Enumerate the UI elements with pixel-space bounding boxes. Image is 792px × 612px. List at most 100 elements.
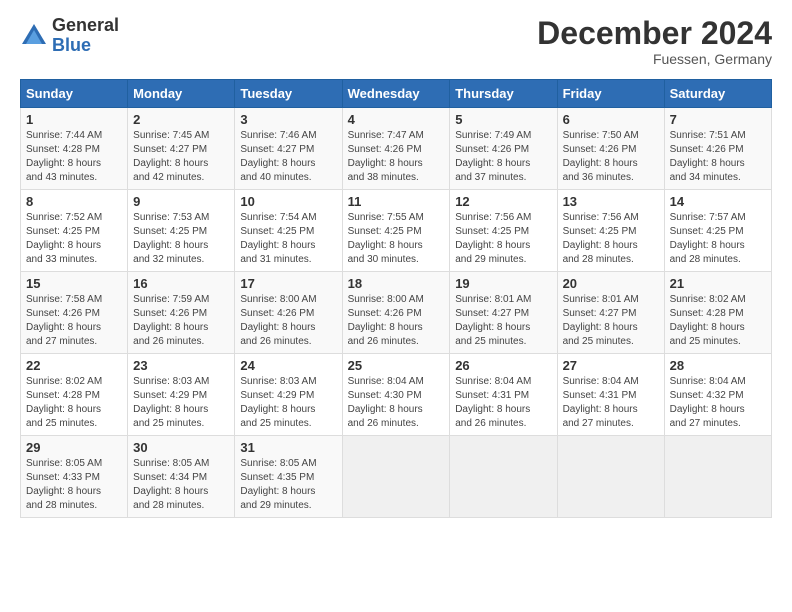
calendar-cell: 8Sunrise: 7:52 AM Sunset: 4:25 PM Daylig…	[21, 190, 128, 272]
day-info: Sunrise: 8:02 AM Sunset: 4:28 PM Dayligh…	[670, 293, 766, 349]
day-number: 6	[563, 112, 659, 127]
calendar-cell: 14Sunrise: 7:57 AM Sunset: 4:25 PM Dayli…	[664, 190, 771, 272]
day-number: 20	[563, 276, 659, 291]
calendar-cell: 28 Sunrise: 8:04 AM Sunset: 4:32 PM Dayli…	[664, 354, 771, 436]
day-number: 15	[26, 276, 122, 291]
day-info: Sunrise: 7:49 AM Sunset: 4:26 PM Dayligh…	[455, 129, 551, 185]
day-info: Sunrise: 7:59 AM Sunset: 4:26 PM Dayligh…	[133, 293, 229, 349]
day-number: 26	[455, 358, 551, 373]
day-info: Sunrise: 8:01 AM Sunset: 4:27 PM Dayligh…	[455, 293, 551, 349]
calendar-cell: 22 Sunrise: 8:02 AM Sunset: 4:28 PM Dayli…	[21, 354, 128, 436]
day-number: 23	[133, 358, 229, 373]
day-number: 22	[26, 358, 122, 373]
day-info: Sunrise: 7:46 AM Sunset: 4:27 PM Dayligh…	[240, 129, 336, 185]
calendar-cell: 25 Sunrise: 8:04 AM Sunset: 4:30 PM Dayli…	[342, 354, 450, 436]
calendar-cell: 18 Sunrise: 8:00 AM Sunset: 4:26 PM Dayli…	[342, 272, 450, 354]
logo-icon	[20, 22, 48, 50]
day-info: Sunrise: 8:00 AM Sunset: 4:26 PM Dayligh…	[240, 293, 336, 349]
location-title: Fuessen, Germany	[537, 51, 772, 67]
calendar-cell: 9 Sunrise: 7:53 AM Sunset: 4:25 PM Daylig…	[128, 190, 235, 272]
day-info: Sunrise: 7:54 AM Sunset: 4:25 PM Dayligh…	[240, 211, 336, 267]
day-number: 19	[455, 276, 551, 291]
day-info: Sunrise: 7:58 AM Sunset: 4:26 PM Dayligh…	[26, 293, 122, 349]
day-number: 17	[240, 276, 336, 291]
day-number: 11	[348, 194, 445, 209]
calendar-cell: 12 Sunrise: 7:56 AM Sunset: 4:25 PM Dayli…	[450, 190, 557, 272]
day-number: 7	[670, 112, 766, 127]
calendar-cell: 15 Sunrise: 7:58 AM Sunset: 4:26 PM Dayli…	[21, 272, 128, 354]
day-number: 9	[133, 194, 229, 209]
day-number: 12	[455, 194, 551, 209]
day-info: Sunrise: 8:04 AM Sunset: 4:30 PM Dayligh…	[348, 375, 445, 431]
calendar-cell: 10 Sunrise: 7:54 AM Sunset: 4:25 PM Dayli…	[235, 190, 342, 272]
logo-general-text: General	[52, 16, 119, 36]
day-info: Sunrise: 7:56 AM Sunset: 4:25 PM Dayligh…	[455, 211, 551, 267]
day-info: Sunrise: 7:53 AM Sunset: 4:25 PM Dayligh…	[133, 211, 229, 267]
calendar-cell: 21 Sunrise: 8:02 AM Sunset: 4:28 PM Dayli…	[664, 272, 771, 354]
calendar-header-wednesday: Wednesday	[342, 80, 450, 108]
logo-blue-text: Blue	[52, 36, 119, 56]
day-info: Sunrise: 7:52 AM Sunset: 4:25 PM Dayligh…	[26, 211, 122, 267]
day-number: 30	[133, 440, 229, 455]
day-info: Sunrise: 8:04 AM Sunset: 4:31 PM Dayligh…	[563, 375, 659, 431]
calendar-header-monday: Monday	[128, 80, 235, 108]
title-area: December 2024 Fuessen, Germany	[537, 16, 772, 67]
logo: General Blue	[20, 16, 119, 56]
calendar-cell: 2Sunrise: 7:45 AM Sunset: 4:27 PM Daylig…	[128, 108, 235, 190]
calendar-cell: 6Sunrise: 7:50 AM Sunset: 4:26 PM Daylig…	[557, 108, 664, 190]
calendar-week-1: 1 Sunrise: 7:44 AM Sunset: 4:28 PM Daylig…	[21, 108, 772, 190]
day-info: Sunrise: 8:04 AM Sunset: 4:32 PM Dayligh…	[670, 375, 766, 431]
day-number: 21	[670, 276, 766, 291]
day-number: 14	[670, 194, 766, 209]
calendar-week-5: 29Sunrise: 8:05 AM Sunset: 4:33 PM Dayli…	[21, 436, 772, 518]
calendar-cell: 13Sunrise: 7:56 AM Sunset: 4:25 PM Dayli…	[557, 190, 664, 272]
calendar-header-sunday: Sunday	[21, 80, 128, 108]
day-info: Sunrise: 7:47 AM Sunset: 4:26 PM Dayligh…	[348, 129, 445, 185]
calendar-cell: 19 Sunrise: 8:01 AM Sunset: 4:27 PM Dayli…	[450, 272, 557, 354]
day-info: Sunrise: 8:03 AM Sunset: 4:29 PM Dayligh…	[133, 375, 229, 431]
calendar-cell: 31 Sunrise: 8:05 AM Sunset: 4:35 PM Dayli…	[235, 436, 342, 518]
calendar-cell: 20 Sunrise: 8:01 AM Sunset: 4:27 PM Dayli…	[557, 272, 664, 354]
day-number: 27	[563, 358, 659, 373]
day-info: Sunrise: 8:05 AM Sunset: 4:34 PM Dayligh…	[133, 457, 229, 513]
day-info: Sunrise: 8:00 AM Sunset: 4:26 PM Dayligh…	[348, 293, 445, 349]
day-number: 28	[670, 358, 766, 373]
day-info: Sunrise: 8:03 AM Sunset: 4:29 PM Dayligh…	[240, 375, 336, 431]
day-info: Sunrise: 8:05 AM Sunset: 4:33 PM Dayligh…	[26, 457, 122, 513]
calendar-header-tuesday: Tuesday	[235, 80, 342, 108]
day-info: Sunrise: 8:05 AM Sunset: 4:35 PM Dayligh…	[240, 457, 336, 513]
day-info: Sunrise: 7:51 AM Sunset: 4:26 PM Dayligh…	[670, 129, 766, 185]
day-info: Sunrise: 8:01 AM Sunset: 4:27 PM Dayligh…	[563, 293, 659, 349]
calendar-cell	[342, 436, 450, 518]
day-info: Sunrise: 7:55 AM Sunset: 4:25 PM Dayligh…	[348, 211, 445, 267]
logo-text: General Blue	[52, 16, 119, 56]
day-number: 16	[133, 276, 229, 291]
day-info: Sunrise: 7:45 AM Sunset: 4:27 PM Dayligh…	[133, 129, 229, 185]
calendar-header-row: SundayMondayTuesdayWednesdayThursdayFrid…	[21, 80, 772, 108]
day-number: 24	[240, 358, 336, 373]
day-number: 3	[240, 112, 336, 127]
calendar-week-2: 8Sunrise: 7:52 AM Sunset: 4:25 PM Daylig…	[21, 190, 772, 272]
day-number: 10	[240, 194, 336, 209]
calendar-cell	[557, 436, 664, 518]
day-number: 13	[563, 194, 659, 209]
calendar-cell	[664, 436, 771, 518]
calendar-cell: 27 Sunrise: 8:04 AM Sunset: 4:31 PM Dayli…	[557, 354, 664, 436]
calendar-cell: 26Sunrise: 8:04 AM Sunset: 4:31 PM Dayli…	[450, 354, 557, 436]
day-number: 18	[348, 276, 445, 291]
day-number: 25	[348, 358, 445, 373]
day-info: Sunrise: 7:44 AM Sunset: 4:28 PM Dayligh…	[26, 129, 122, 185]
header: General Blue December 2024 Fuessen, Germ…	[20, 16, 772, 67]
calendar-header-thursday: Thursday	[450, 80, 557, 108]
day-info: Sunrise: 8:02 AM Sunset: 4:28 PM Dayligh…	[26, 375, 122, 431]
calendar-cell: 1 Sunrise: 7:44 AM Sunset: 4:28 PM Daylig…	[21, 108, 128, 190]
calendar-cell: 29Sunrise: 8:05 AM Sunset: 4:33 PM Dayli…	[21, 436, 128, 518]
day-number: 5	[455, 112, 551, 127]
calendar-cell: 11 Sunrise: 7:55 AM Sunset: 4:25 PM Dayli…	[342, 190, 450, 272]
calendar-cell: 4Sunrise: 7:47 AM Sunset: 4:26 PM Daylig…	[342, 108, 450, 190]
calendar-cell: 24 Sunrise: 8:03 AM Sunset: 4:29 PM Dayli…	[235, 354, 342, 436]
calendar-header-saturday: Saturday	[664, 80, 771, 108]
day-number: 1	[26, 112, 122, 127]
calendar-cell: 23 Sunrise: 8:03 AM Sunset: 4:29 PM Dayli…	[128, 354, 235, 436]
day-number: 31	[240, 440, 336, 455]
